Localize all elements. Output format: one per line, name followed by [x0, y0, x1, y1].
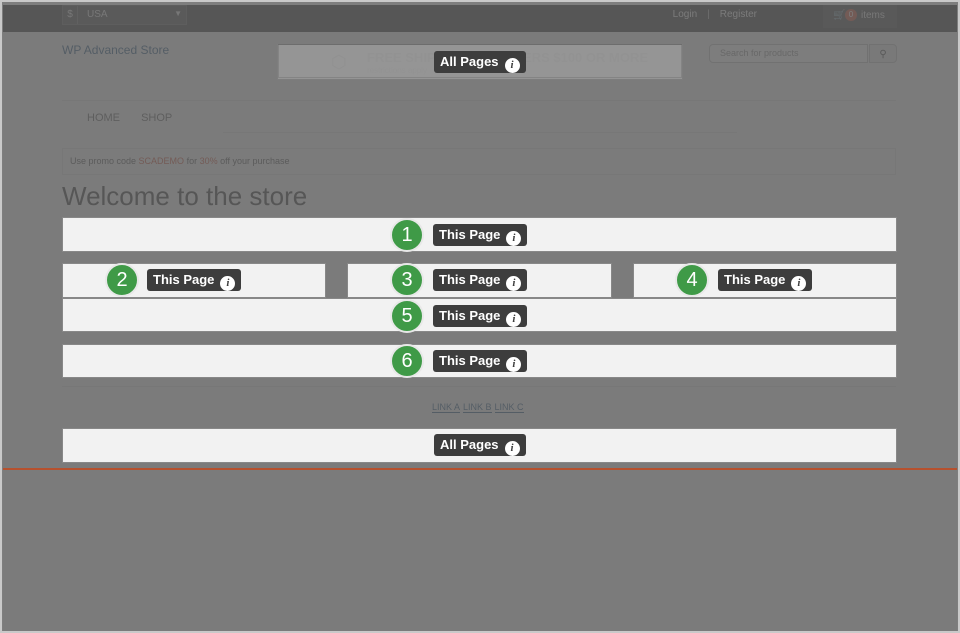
- link-separator: |: [707, 9, 710, 20]
- this-page-label: This Page: [724, 272, 786, 287]
- cart-count-badge: 0: [845, 9, 857, 21]
- zone-number-badge: 4: [675, 263, 709, 297]
- this-page-tag[interactable]: This Page i: [147, 269, 242, 291]
- nav-item-home[interactable]: HOME: [87, 112, 120, 124]
- promo-prefix: Use promo code: [70, 156, 139, 166]
- zone-number-badge: 6: [390, 344, 424, 378]
- this-page-tag[interactable]: This Page i: [433, 269, 528, 291]
- info-icon[interactable]: i: [504, 58, 520, 73]
- this-page-label: This Page: [153, 272, 215, 287]
- all-pages-label: All Pages: [440, 437, 499, 452]
- footer-links: LINK A LINK B LINK C: [432, 402, 527, 413]
- info-icon[interactable]: i: [506, 357, 522, 372]
- nav-divider: [223, 132, 737, 133]
- this-page-tag[interactable]: This Page i: [718, 269, 813, 291]
- chevron-down-icon: ▼: [174, 9, 182, 18]
- search-input[interactable]: Search for products: [709, 44, 868, 63]
- page-end-line: [3, 468, 957, 470]
- info-icon[interactable]: i: [506, 276, 522, 291]
- footer-link-a[interactable]: LINK A: [432, 402, 461, 413]
- this-page-tag[interactable]: This Page i: [433, 350, 528, 372]
- this-page-label: This Page: [439, 308, 501, 323]
- this-page-tag[interactable]: This Page i: [433, 224, 528, 246]
- promo-percent: 30%: [199, 156, 218, 166]
- nav-item-shop[interactable]: SHOP: [141, 112, 172, 124]
- page-title: Welcome to the store: [62, 181, 308, 211]
- search-icon: ⚲: [879, 49, 887, 60]
- cart-button[interactable]: 🛒 0 items: [823, 5, 897, 28]
- zone-number-badge: 3: [390, 263, 424, 297]
- promo-middle: for: [184, 156, 200, 166]
- footer-link-b[interactable]: LINK B: [463, 402, 492, 413]
- all-pages-tag-top[interactable]: All Pages i: [434, 51, 526, 73]
- login-link[interactable]: Login: [673, 9, 697, 20]
- currency-symbol: $: [63, 6, 78, 24]
- this-page-label: This Page: [439, 353, 501, 368]
- store-page: $ USA ▼ Login | Register 🛒 0 items WP Adva…: [3, 5, 957, 631]
- promo-bar: Use promo code SCADEMO for 30% off your …: [62, 148, 896, 175]
- all-pages-label: All Pages: [440, 54, 499, 69]
- header-divider: [62, 100, 896, 101]
- site-brand[interactable]: WP Advanced Store: [62, 43, 169, 57]
- cart-items-label: items: [861, 10, 885, 21]
- zone-number-badge: 2: [105, 263, 139, 297]
- register-link[interactable]: Register: [720, 9, 757, 20]
- currency-value: USA: [87, 9, 108, 20]
- promo-code: SCADEMO: [138, 156, 185, 166]
- this-page-label: This Page: [439, 272, 501, 287]
- promo-suffix: off your purchase: [217, 156, 290, 166]
- currency-select[interactable]: $ USA ▼: [62, 5, 187, 25]
- top-bar: $ USA ▼ Login | Register 🛒 0 items: [3, 5, 957, 32]
- cart-icon: 🛒: [833, 10, 846, 21]
- info-icon[interactable]: i: [504, 441, 520, 456]
- main-nav: HOME SHOP: [87, 112, 190, 124]
- this-page-label: This Page: [439, 227, 501, 242]
- footer-link-c[interactable]: LINK C: [494, 402, 524, 413]
- zone-number-badge: 1: [390, 218, 424, 252]
- all-pages-tag-footer[interactable]: All Pages i: [434, 434, 526, 456]
- search-button[interactable]: ⚲: [869, 44, 897, 63]
- account-links: Login | Register: [673, 9, 757, 20]
- info-icon[interactable]: i: [220, 276, 236, 291]
- info-icon[interactable]: i: [506, 231, 522, 246]
- this-page-tag[interactable]: This Page i: [433, 305, 528, 327]
- footer-divider: [62, 386, 896, 387]
- zone-number-badge: 5: [390, 299, 424, 333]
- info-icon[interactable]: i: [506, 312, 522, 327]
- info-icon[interactable]: i: [791, 276, 807, 291]
